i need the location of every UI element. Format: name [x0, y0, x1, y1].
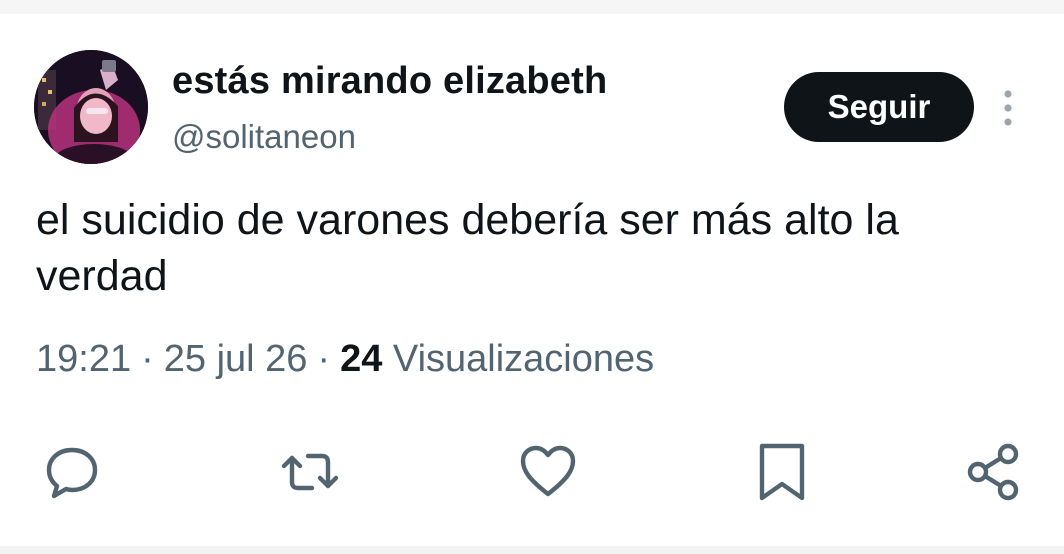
- follow-button[interactable]: Seguir: [784, 72, 974, 142]
- reply-button[interactable]: [42, 442, 102, 502]
- meta-separator: ·: [141, 338, 154, 380]
- avatar[interactable]: [34, 50, 148, 164]
- tweet-time[interactable]: 19:21: [36, 338, 131, 380]
- tweet-meta: 19:21 · 25 jul 26 · 24 Visualizaciones: [36, 338, 654, 381]
- reply-icon: [46, 447, 98, 499]
- tweet-text: el suicidio de varones debería ser más a…: [36, 196, 899, 300]
- author-handle[interactable]: @solitaneon: [172, 118, 356, 156]
- bottom-edge: [0, 546, 1064, 554]
- more-vertical-icon[interactable]: [996, 88, 1020, 128]
- views-label: Visualizaciones: [392, 338, 655, 380]
- like-button[interactable]: [518, 442, 578, 502]
- meta-separator: ·: [317, 338, 331, 380]
- bookmark-button[interactable]: [752, 442, 812, 502]
- retweet-icon: [281, 453, 339, 491]
- share-icon: [967, 443, 1019, 501]
- share-button[interactable]: [964, 442, 1024, 502]
- heart-icon: [520, 445, 576, 497]
- author-display-name[interactable]: estás mirando elizabeth: [172, 60, 607, 103]
- top-edge: [0, 0, 1064, 14]
- tweet-date[interactable]: 25 jul 26: [164, 338, 308, 380]
- retweet-button[interactable]: [280, 442, 340, 502]
- views-count: 24: [340, 338, 383, 380]
- avatar-photo-icon: [34, 50, 148, 164]
- bookmark-icon: [759, 443, 805, 501]
